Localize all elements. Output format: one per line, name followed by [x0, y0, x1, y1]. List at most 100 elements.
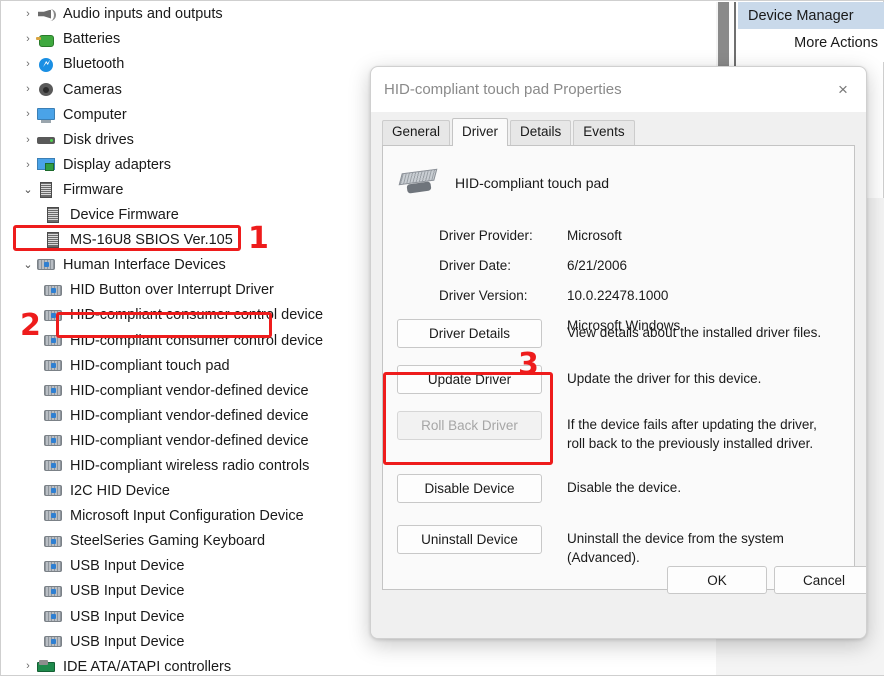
hid-icon	[43, 558, 63, 576]
driver-action-description: Disable the device.	[567, 480, 682, 495]
tree-item-label: HID-compliant vendor-defined device	[70, 407, 309, 424]
ide-controller-icon	[36, 658, 56, 675]
uninstall-device-button[interactable]: Uninstall Device	[397, 525, 542, 554]
chevron-right-icon[interactable]: ›	[20, 134, 36, 146]
driver-info-value: 6/21/2006	[567, 258, 628, 273]
firmware-icon	[36, 181, 56, 199]
tree-item-label: HID Button over Interrupt Driver	[70, 282, 274, 299]
hid-icon	[43, 432, 63, 450]
bluetooth-icon	[36, 56, 56, 74]
hid-icon	[43, 307, 63, 325]
dialog-tabs[interactable]: General Driver Details Events	[382, 118, 637, 146]
annotation-number-1: 1	[248, 221, 269, 256]
camera-icon	[36, 81, 56, 99]
cancel-button[interactable]: Cancel	[774, 566, 866, 594]
hid-icon	[43, 282, 63, 300]
disable-device-button[interactable]: Disable Device	[397, 474, 542, 503]
driver-info-value: 10.0.22478.1000	[567, 288, 669, 303]
touchpad-icon	[397, 163, 443, 203]
more-actions-item[interactable]: More Actions	[738, 29, 884, 56]
firmware-icon	[43, 231, 63, 249]
display-adapter-icon	[36, 156, 56, 174]
tree-item-label: HID-compliant vendor-defined device	[70, 382, 309, 399]
monitor-icon	[36, 106, 56, 124]
firmware-icon	[43, 206, 63, 224]
chevron-right-icon[interactable]: ›	[20, 661, 36, 672]
dialog-body: General Driver Details Events HID-compliant…	[371, 112, 866, 638]
driver-action-row: Disable Device Disable the device.	[397, 474, 842, 503]
driver-tab-page: HID-compliant touch pad Driver Provider:…	[382, 145, 855, 590]
tab-details[interactable]: Details	[510, 120, 572, 145]
tree-item-label: Computer	[63, 106, 127, 123]
tree-item[interactable]: › Batteries	[2, 27, 716, 52]
annotation-number-3: 3	[518, 347, 539, 382]
tree-item-label: HID-compliant touch pad	[70, 357, 230, 374]
tree-item[interactable]: › Audio inputs and outputs	[2, 2, 716, 27]
tab-driver[interactable]: Driver	[452, 118, 509, 146]
chevron-right-icon[interactable]: ›	[20, 9, 36, 20]
hid-icon	[36, 256, 56, 274]
roll-back-driver-button: Roll Back Driver	[397, 411, 542, 440]
tree-item-label: Cameras	[63, 81, 122, 98]
battery-icon	[36, 31, 56, 49]
driver-info-row: Driver Date: 6/21/2006	[439, 258, 680, 273]
tree-item-label: USB Input Device	[70, 558, 185, 575]
driver-action-description: If the device fails after updating the d…	[567, 417, 817, 452]
dialog-title-bar: HID-compliant touch pad Properties ×	[371, 67, 866, 112]
tree-item-label: USB Input Device	[70, 633, 185, 650]
tree-item-label: Microsoft Input Configuration Device	[70, 508, 304, 525]
tree-item[interactable]: › IDE ATA/ATAPI controllers	[2, 654, 716, 675]
chevron-right-icon[interactable]: ›	[20, 34, 36, 45]
tab-general[interactable]: General	[382, 120, 451, 145]
chevron-down-icon[interactable]: ⌄	[20, 184, 36, 196]
tree-item-label: SteelSeries Gaming Keyboard	[70, 533, 266, 550]
tree-item-label: HID-compliant wireless radio controls	[70, 457, 310, 474]
tree-item-label: USB Input Device	[70, 583, 185, 600]
hid-icon	[43, 357, 63, 375]
annotation-number-2: 2	[20, 308, 41, 343]
driver-info-row: Driver Version: 10.0.22478.1000	[439, 288, 680, 303]
hid-icon	[43, 482, 63, 500]
driver-info-key: Driver Date:	[439, 258, 512, 273]
tree-item-label: MS-16U8 SBIOS Ver.105	[70, 232, 233, 249]
tree-item-label: USB Input Device	[70, 608, 185, 625]
tab-events[interactable]: Events	[573, 120, 635, 145]
device-name: HID-compliant touch pad	[455, 175, 610, 191]
tree-item-label: Bluetooth	[63, 56, 125, 73]
properties-dialog: HID-compliant touch pad Properties × Gen…	[370, 66, 867, 639]
driver-info-key: Driver Version:	[439, 288, 528, 303]
chevron-right-icon[interactable]: ›	[20, 159, 36, 171]
chevron-right-icon[interactable]: ›	[20, 59, 36, 70]
driver-details-button[interactable]: Driver Details	[397, 319, 542, 348]
tree-item-label: Display adapters	[63, 156, 171, 173]
driver-action-description: View details about the installed driver …	[567, 325, 822, 340]
driver-info-row: Driver Provider: Microsoft	[439, 228, 680, 243]
hid-icon	[43, 633, 63, 651]
dialog-title: HID-compliant touch pad Properties	[384, 81, 622, 98]
tree-item-label: Human Interface Devices	[63, 257, 226, 274]
ok-button[interactable]: OK	[667, 566, 767, 594]
tree-item-label: IDE ATA/ATAPI controllers	[63, 658, 232, 675]
driver-action-description: Update the driver for this device.	[567, 371, 762, 386]
tree-item-label: Disk drives	[63, 131, 134, 148]
hid-icon	[43, 457, 63, 475]
driver-action-row: Roll Back Driver If the device fails afte…	[397, 411, 842, 453]
hid-icon	[43, 407, 63, 425]
dialog-footer: OK Cancel	[371, 554, 866, 638]
tree-item-label: Batteries	[63, 31, 121, 48]
hid-icon	[43, 533, 63, 551]
driver-action-row: Update Driver Update the driver for this …	[397, 365, 842, 394]
hid-icon	[43, 382, 63, 400]
chevron-down-icon[interactable]: ⌄	[20, 259, 36, 271]
actions-pane: Device Manager More Actions	[738, 2, 884, 62]
hid-icon	[43, 332, 63, 350]
chevron-right-icon[interactable]: ›	[20, 84, 36, 95]
chevron-right-icon[interactable]: ›	[20, 109, 36, 120]
close-icon[interactable]: ×	[820, 67, 866, 112]
device-manager-window: › Audio inputs and outputs › Batteries › Blue…	[0, 0, 884, 676]
actions-pane-title[interactable]: Device Manager	[738, 2, 884, 29]
tree-item-label: HID-compliant consumer control device	[70, 332, 324, 349]
driver-action-row: Driver Details View details about the ins…	[397, 319, 842, 348]
hid-icon	[43, 608, 63, 626]
tree-item-label: Device Firmware	[70, 207, 179, 224]
